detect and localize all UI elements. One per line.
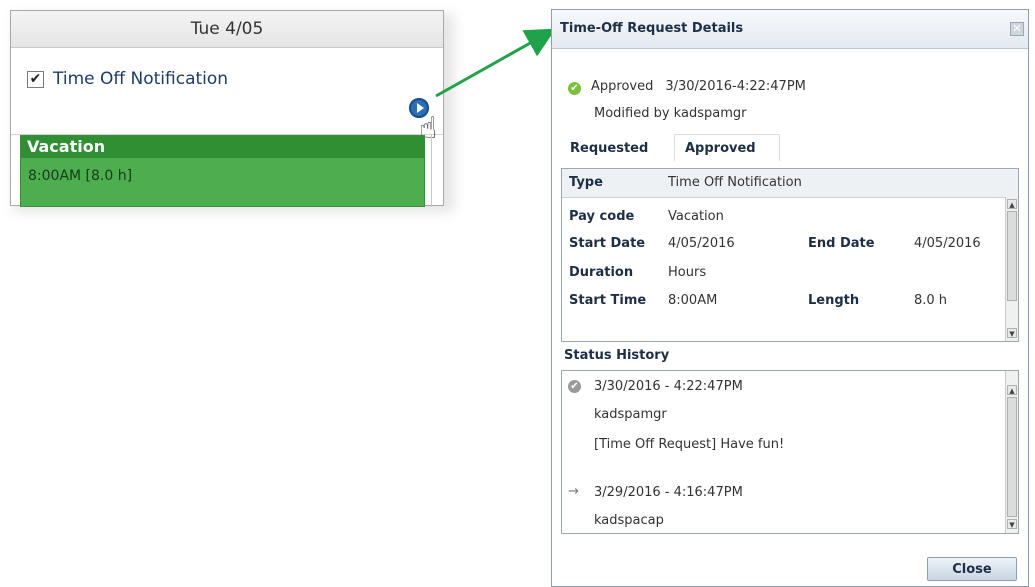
modified-by: Modified by kadspamgr [594,106,747,121]
history-time: 3/29/2016 - 4:16:47PM [594,485,743,500]
approved-check-icon: ✔ [568,82,581,95]
dialog-titlebar: Time-Off Request Details ✕ [552,10,1028,49]
request-details-panel: Type Time Off Notification Pay code Vaca… [561,168,1019,342]
scroll-thumb[interactable] [1007,397,1017,517]
type-row: Type Time Off Notification [562,169,1018,198]
type-value: Time Off Notification [668,175,802,190]
history-user: kadspamgr [594,407,667,422]
end-date-label: End Date [808,236,875,251]
details-scrollbar[interactable]: ▲ ▼ [1005,197,1018,341]
time-off-request-dialog: Time-Off Request Details ✕ ✔ Approved 3/30… [551,9,1029,587]
tab-approved[interactable]: Approved [674,134,780,161]
history-time: 3/30/2016 - 4:22:47PM [594,379,743,394]
history-forward-icon: → [568,484,579,499]
length-label: Length [808,293,860,308]
type-label: Type [569,175,603,190]
status-text: Approved [591,79,654,94]
history-scrollbar[interactable]: ▲ ▼ [1005,371,1018,533]
paycode-label: Pay code [569,209,635,224]
history-note: [Time Off Request] Have fun! [594,437,785,452]
scroll-up-icon[interactable]: ▲ [1007,385,1017,395]
close-icon[interactable]: ✕ [1010,22,1024,36]
length-value: 8.0 h [914,293,948,308]
dialog-title: Time-Off Request Details [560,21,744,36]
start-time-value: 8:00AM [668,293,718,308]
history-approved-icon: ✔ [568,380,581,393]
start-date-label: Start Date [569,236,646,251]
scroll-up-icon[interactable]: ▲ [1007,199,1017,209]
tab-requested[interactable]: Requested [570,136,670,160]
duration-label: Duration [569,265,634,280]
end-date-value: 4/05/2016 [914,236,981,251]
start-date-value: 4/05/2016 [668,236,735,251]
approval-status: ✔ Approved 3/30/2016-4:22:47PM [568,79,806,95]
scroll-down-icon[interactable]: ▼ [1007,328,1017,338]
scroll-thumb[interactable] [1007,211,1017,301]
start-time-label: Start Time [569,293,647,308]
paycode-value: Vacation [668,209,724,224]
status-history-title: Status History [564,348,670,363]
status-time: 3/30/2016-4:22:47PM [665,79,806,94]
history-user: kadspacap [594,513,664,528]
duration-value: Hours [668,265,707,280]
close-button[interactable]: Close [927,557,1017,581]
scroll-down-icon[interactable]: ▼ [1007,519,1017,529]
status-history-panel: ✔ 3/30/2016 - 4:22:47PM kadspamgr [Time … [561,370,1019,534]
